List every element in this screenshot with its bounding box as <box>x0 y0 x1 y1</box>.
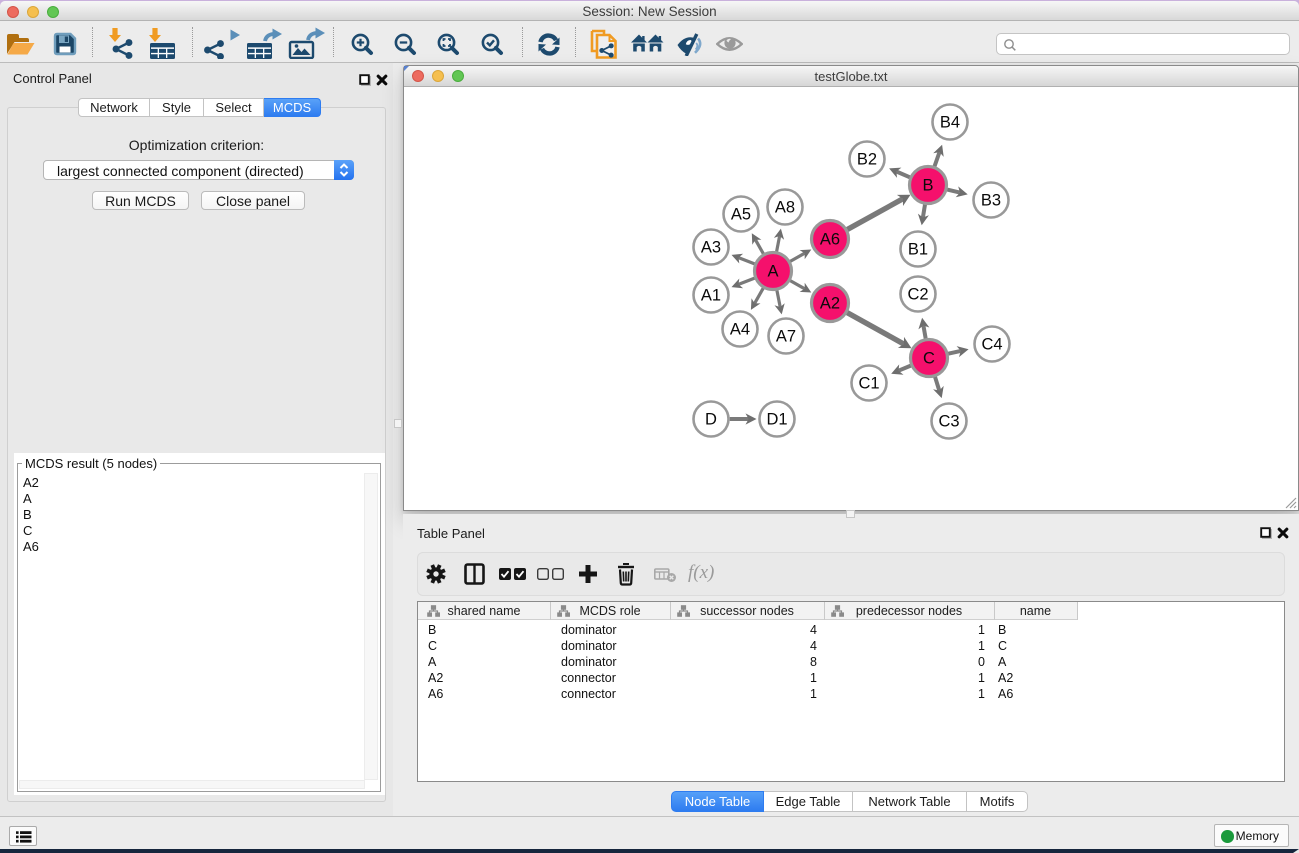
svg-text:B2: B2 <box>857 151 877 169</box>
svg-text:B4: B4 <box>940 114 960 132</box>
svg-text:A6: A6 <box>820 231 840 249</box>
svg-text:A2: A2 <box>820 295 840 313</box>
svg-text:D: D <box>705 411 717 429</box>
svg-text:A3: A3 <box>701 239 721 257</box>
svg-text:B: B <box>922 177 933 195</box>
svg-text:A4: A4 <box>730 321 750 339</box>
svg-text:D1: D1 <box>766 411 787 429</box>
svg-text:A5: A5 <box>731 206 751 224</box>
svg-text:C2: C2 <box>907 286 928 304</box>
svg-text:C1: C1 <box>858 375 879 393</box>
svg-text:A: A <box>767 263 778 281</box>
svg-text:C: C <box>923 350 935 368</box>
svg-text:B1: B1 <box>908 241 928 259</box>
svg-text:A8: A8 <box>775 199 795 217</box>
svg-text:A7: A7 <box>776 328 796 346</box>
svg-text:A1: A1 <box>701 287 721 305</box>
svg-text:C4: C4 <box>981 336 1002 354</box>
svg-text:C3: C3 <box>938 413 959 431</box>
svg-text:B3: B3 <box>981 192 1001 210</box>
